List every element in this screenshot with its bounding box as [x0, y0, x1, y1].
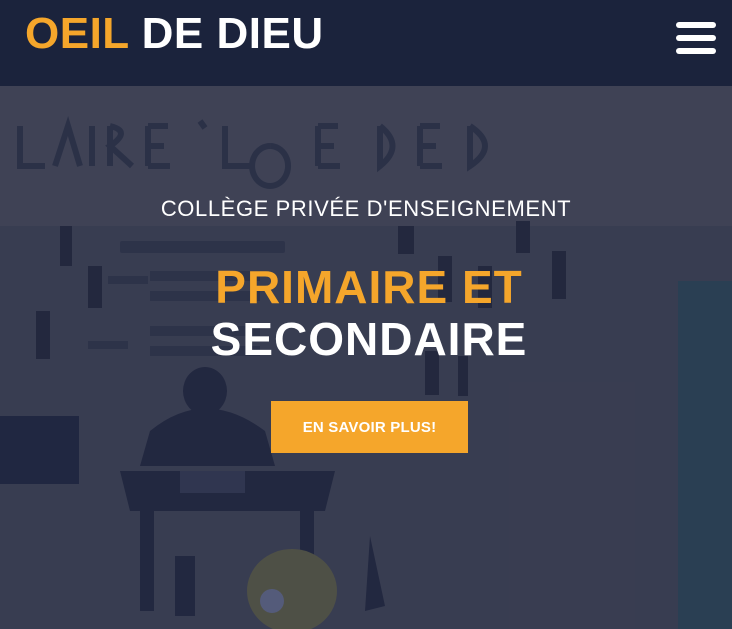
hero-content: COLLÈGE PRIVÉE D'ENSEIGNEMENT PRIMAIRE E… — [0, 86, 732, 629]
brand-rest-text: DE DIEU — [141, 9, 324, 58]
site-logo[interactable]: OEIL DE DIEU — [25, 9, 324, 59]
headline-line-secondary: SECONDAIRE — [210, 313, 528, 365]
learn-more-button[interactable]: EN SAVOIR PLUS! — [271, 401, 468, 453]
hero-section: COLLÈGE PRIVÉE D'ENSEIGNEMENT PRIMAIRE E… — [0, 86, 732, 629]
headline-line-primary: PRIMAIRE ET — [215, 261, 523, 313]
hero-subtitle: COLLÈGE PRIVÉE D'ENSEIGNEMENT — [160, 196, 572, 221]
top-navigation-bar: OEIL DE DIEU — [0, 0, 732, 86]
hero-headline: PRIMAIRE ET SECONDAIRE — [0, 261, 732, 365]
hamburger-menu-icon[interactable] — [676, 20, 716, 56]
brand-accent-text: OEIL — [25, 9, 129, 58]
